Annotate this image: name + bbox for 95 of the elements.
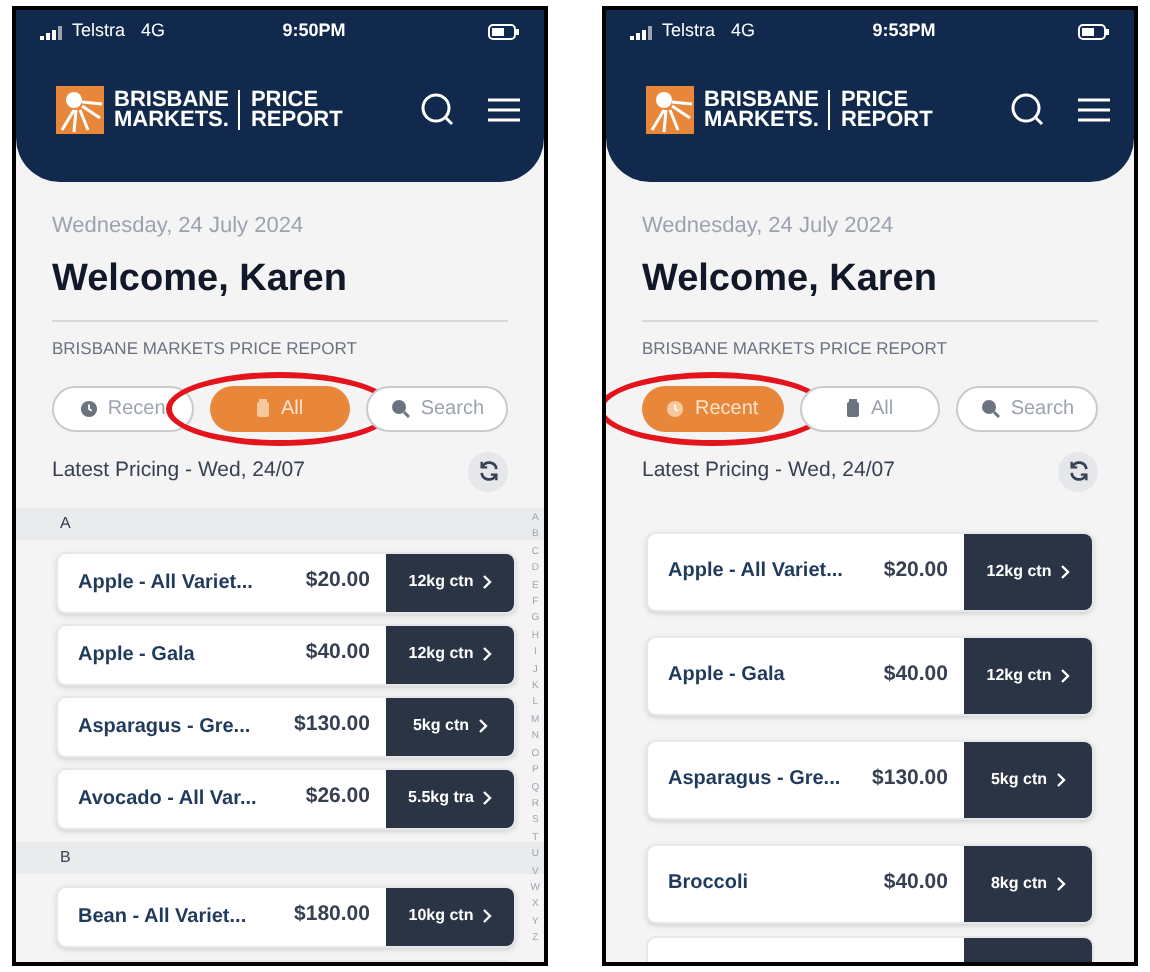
signal-icon — [630, 25, 654, 39]
price-row[interactable]: Avocado - All Var... $26.00 5.5kg tra — [56, 767, 516, 830]
welcome-heading: Welcome, Karen — [52, 255, 349, 303]
product-price: $40.00 — [305, 638, 372, 669]
brand-name: MARKETS. — [704, 110, 819, 130]
signal-icon — [40, 25, 64, 39]
product-price: $20.00 — [305, 566, 372, 597]
refresh-icon — [477, 460, 499, 483]
filter-tab[interactable]: Recent — [642, 385, 784, 432]
product-price: $180.00 — [294, 900, 372, 931]
chevron-right-icon — [1059, 563, 1070, 580]
brand-name: BRISBANE — [114, 90, 229, 110]
product-name: Asparagus - Gre... — [666, 766, 843, 795]
unit-button[interactable]: 10kg ctn — [386, 887, 514, 946]
product-name: REPORT — [840, 110, 933, 130]
pricing-label: Latest Pricing - Wed, 24/07 — [642, 455, 895, 486]
carrier-name: Telstra — [662, 18, 716, 45]
section-label: BRISBANE MARKETS PRICE REPORT — [52, 336, 359, 362]
sun-logo-icon — [646, 86, 694, 134]
product-price: $40.00 — [883, 867, 950, 898]
network-type: 4G — [731, 18, 756, 45]
unit-button[interactable]: 5.5kg tra — [386, 769, 514, 828]
product-name: Broccoli — [666, 870, 751, 899]
filter-tab[interactable]: Search — [366, 385, 509, 432]
search-icon[interactable] — [1010, 92, 1046, 128]
section-label: BRISBANE MARKETS PRICE REPORT — [642, 336, 949, 362]
filter-tab[interactable]: Recen — [52, 385, 194, 432]
filter-tab[interactable]: All — [209, 385, 351, 432]
date-text: Wednesday, 24 July 2024 — [52, 212, 306, 242]
clock-icon — [79, 399, 98, 418]
chevron-right-icon — [481, 790, 492, 807]
jar-icon — [846, 398, 861, 419]
price-row[interactable]: Asparagus - Gre... $130.00 5kg ctn — [56, 695, 516, 758]
menu-icon[interactable] — [488, 98, 520, 122]
chevron-right-icon — [1055, 771, 1065, 788]
unit-button[interactable]: 12kg ctn — [386, 625, 514, 684]
network-type: 4G — [141, 18, 166, 45]
brand-name: MARKETS. — [114, 110, 229, 130]
filter-tab[interactable]: All — [799, 385, 941, 432]
product-name: PRICE — [840, 90, 909, 110]
filter-tab[interactable]: Search — [956, 385, 1099, 432]
price-row[interactable]: Bean - All Variet... $180.00 10kg ctn — [56, 885, 516, 948]
unit-button[interactable]: 12kg ctn — [964, 637, 1092, 714]
chevron-right-icon — [477, 718, 487, 735]
battery-icon — [488, 24, 520, 40]
refresh-icon — [1067, 460, 1089, 483]
chevron-right-icon — [481, 646, 492, 663]
date-text: Wednesday, 24 July 2024 — [642, 212, 896, 242]
product-name: REPORT — [250, 110, 343, 130]
unit-button[interactable]: 12kg ctn — [964, 533, 1092, 610]
section-letter: A — [60, 511, 71, 536]
product-price: $130.00 — [294, 710, 372, 741]
unit-button[interactable]: 8kg ctn — [964, 845, 1092, 922]
menu-icon[interactable] — [1078, 98, 1110, 122]
product-name: Apple - All Variet... — [666, 558, 845, 587]
product-name: Apple - Gala — [76, 641, 197, 670]
product-price: $20.00 — [883, 555, 950, 586]
search-icon — [390, 398, 411, 419]
product-name: PRICE — [250, 90, 319, 110]
unit-button[interactable]: 5kg ctn — [964, 741, 1092, 818]
product-price: $26.00 — [305, 782, 372, 813]
product-name: Bean - All Variet... — [76, 903, 249, 932]
unit-button[interactable]: 5kg ctn — [386, 697, 514, 756]
product-price: $40.00 — [883, 659, 950, 690]
product-price: $130.00 — [872, 763, 950, 794]
product-name: Apple - All Variet... — [76, 569, 255, 598]
brand-name: BRISBANE — [704, 90, 819, 110]
carrier-name: Telstra — [72, 18, 126, 45]
unit-button[interactable]: 12kg ctn — [386, 553, 514, 612]
price-row[interactable]: Broccoli $40.00 8kg ctn — [646, 843, 1094, 924]
search-icon[interactable] — [420, 92, 456, 128]
sun-logo-icon — [56, 86, 104, 134]
chevron-right-icon — [1059, 667, 1070, 684]
product-name: Avocado - All Var... — [76, 785, 259, 814]
product-name: Asparagus - Gre... — [76, 713, 253, 742]
chevron-right-icon — [1055, 875, 1065, 892]
product-name: Apple - Gala — [666, 662, 787, 691]
refresh-button[interactable] — [1058, 451, 1098, 492]
chevron-right-icon — [481, 574, 492, 591]
price-row[interactable]: Asparagus - Gre... $130.00 5kg ctn — [646, 739, 1094, 820]
pricing-label: Latest Pricing - Wed, 24/07 — [52, 455, 305, 486]
price-row[interactable]: Apple - All Variet... $20.00 12kg ctn — [646, 531, 1094, 612]
status-time: 9:53PM — [870, 18, 938, 45]
chevron-right-icon — [481, 908, 492, 925]
welcome-heading: Welcome, Karen — [642, 255, 939, 303]
jar-icon — [256, 398, 271, 419]
section-letter: B — [60, 845, 71, 870]
price-row[interactable]: Apple - Gala $40.00 12kg ctn — [646, 635, 1094, 716]
price-row[interactable]: Apple - All Variet... $20.00 12kg ctn — [56, 551, 516, 614]
price-row[interactable]: Apple - Gala $40.00 12kg ctn — [56, 623, 516, 686]
status-time: 9:50PM — [280, 18, 348, 45]
refresh-button[interactable] — [468, 451, 508, 492]
battery-icon — [1078, 24, 1110, 40]
search-icon — [980, 398, 1001, 419]
clock-icon — [666, 399, 685, 418]
